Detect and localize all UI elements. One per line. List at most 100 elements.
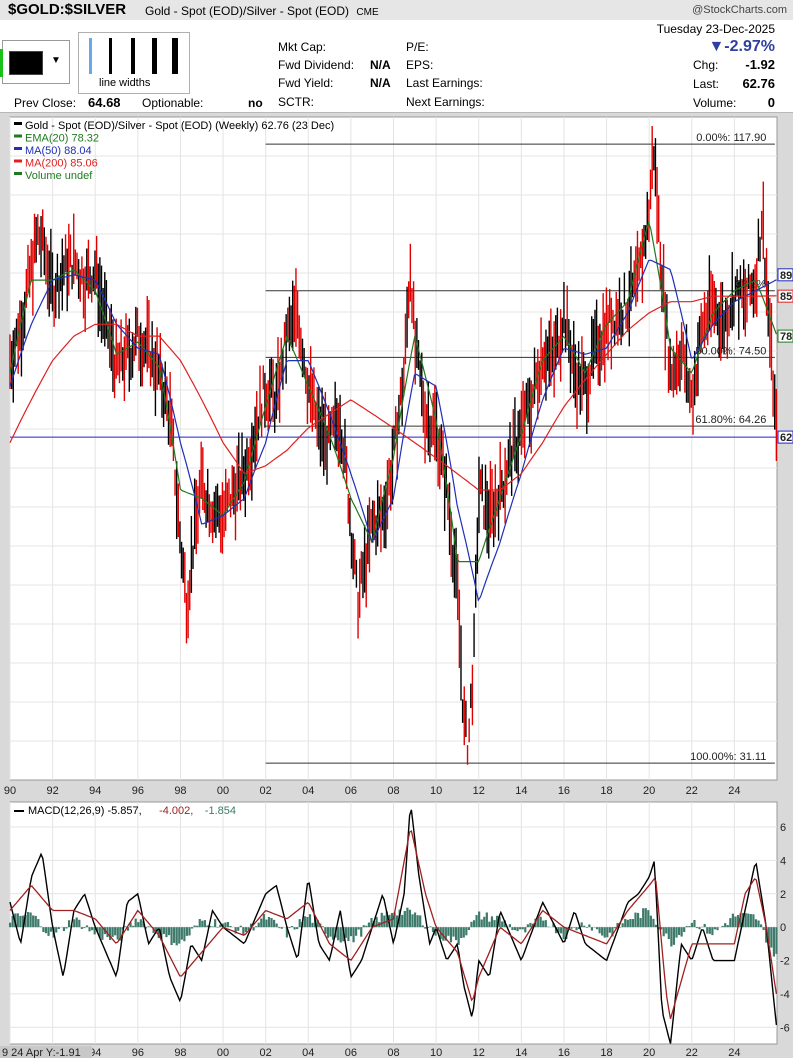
x-tick-label: 20 bbox=[643, 785, 655, 797]
macd-histogram-bar bbox=[460, 927, 463, 938]
macd-right-axis-label: 6 bbox=[780, 822, 786, 834]
macd-right-axis-label: 0 bbox=[780, 922, 786, 934]
line-width-3[interactable] bbox=[131, 38, 135, 74]
fwd-dividend-value: N/A bbox=[370, 58, 391, 72]
macd-histogram-bar bbox=[211, 926, 214, 928]
line-width-5[interactable] bbox=[172, 38, 178, 74]
macd-histogram-bar bbox=[757, 920, 760, 928]
prev-close-value: 64.68 bbox=[88, 95, 121, 110]
line-width-2[interactable] bbox=[109, 38, 112, 74]
line-widths-selector[interactable]: line widths bbox=[78, 32, 190, 94]
macd-histogram-bar bbox=[50, 927, 53, 932]
macd-right-axis-label: -4 bbox=[780, 989, 790, 1001]
macd-histogram-bar bbox=[501, 921, 504, 928]
x-tick-label: 18 bbox=[600, 785, 612, 797]
macd-histogram-bar bbox=[613, 927, 617, 929]
macd-histogram-bar bbox=[631, 919, 635, 928]
macd-histogram-bar bbox=[634, 912, 637, 928]
macd-histogram-bar bbox=[214, 919, 217, 928]
macd-histogram-bar bbox=[242, 927, 245, 935]
macd-histogram-bar bbox=[303, 916, 306, 928]
macd-histogram-bar bbox=[275, 923, 278, 928]
stockcharts-watermark: @StockCharts.com bbox=[692, 4, 787, 16]
x-tick-label: 06 bbox=[345, 785, 357, 797]
macd-histogram-bar bbox=[575, 927, 578, 931]
macd-histogram-bar bbox=[26, 912, 30, 928]
macd-histogram-bar bbox=[185, 927, 189, 936]
macd-x-tick-label: 14 bbox=[515, 1047, 527, 1058]
line-color-picker[interactable]: ▼ bbox=[0, 40, 70, 84]
macd-histogram-bar bbox=[639, 917, 642, 928]
macd-histogram-bar bbox=[708, 927, 711, 934]
macd-histogram-bar bbox=[424, 927, 427, 929]
macd-histogram-bar bbox=[139, 919, 142, 928]
macd-histogram-bar bbox=[513, 927, 517, 931]
macd-histogram-bar bbox=[421, 925, 424, 928]
macd-histogram-bar bbox=[524, 927, 527, 933]
macd-histogram-bar bbox=[511, 927, 514, 931]
macd-histogram-bar bbox=[19, 915, 22, 928]
macd-histogram-bar bbox=[547, 926, 550, 928]
macd-histogram-bar bbox=[229, 925, 232, 928]
macd-x-tick-label: 18 bbox=[600, 1047, 612, 1058]
macd-x-tick-label: 02 bbox=[260, 1047, 272, 1058]
macd-histogram-bar bbox=[306, 916, 309, 928]
macd-histogram-bar bbox=[132, 925, 135, 928]
macd-histogram-bar bbox=[677, 927, 681, 936]
macd-histogram-bar bbox=[478, 911, 481, 928]
optionable-value: no bbox=[248, 96, 263, 110]
legend-ma200: MA(200) 85.06 bbox=[25, 158, 98, 170]
line-width-4[interactable] bbox=[152, 38, 157, 74]
macd-histogram-bar bbox=[493, 920, 496, 928]
macd-x-tick-label: 24 bbox=[728, 1047, 740, 1058]
macd-histogram-bar bbox=[624, 918, 627, 928]
macd-histogram-bar bbox=[467, 927, 470, 930]
macd-histogram-bar bbox=[296, 927, 299, 930]
macd-histogram-bar bbox=[588, 924, 591, 928]
macd-histogram-bar bbox=[262, 914, 265, 928]
last-value: 62.76 bbox=[742, 76, 775, 91]
x-tick-label: 98 bbox=[174, 785, 186, 797]
macd-histogram-bar bbox=[636, 912, 640, 928]
legend-swatch bbox=[14, 134, 22, 138]
macd-histogram-bar bbox=[73, 919, 76, 928]
macd-histogram-bar bbox=[339, 927, 342, 943]
macd-legend-histogram: -1.854 bbox=[205, 805, 236, 817]
macd-histogram-bar bbox=[621, 923, 624, 928]
x-tick-label: 08 bbox=[387, 785, 399, 797]
price-panel[interactable]: 0.00%: 117.9038.2%50.00%: 74.5061.80%: 6… bbox=[4, 116, 793, 797]
macd-histogram-bar bbox=[429, 926, 432, 928]
macd-histogram-bar bbox=[772, 927, 775, 957]
macd-histogram-bar bbox=[321, 926, 324, 928]
macd-histogram-bar bbox=[224, 922, 227, 928]
macd-histogram-bar bbox=[193, 925, 196, 928]
macd-histogram-bar bbox=[34, 915, 37, 928]
chart-canvas[interactable]: 0.00%: 117.9038.2%50.00%: 74.5061.80%: 6… bbox=[0, 112, 793, 1058]
macd-histogram-bar bbox=[47, 927, 50, 936]
macd-x-tick-label: 98 bbox=[174, 1047, 186, 1058]
macd-histogram-bar bbox=[180, 927, 183, 940]
exchange-text: CME bbox=[356, 7, 379, 18]
macd-histogram-bar bbox=[526, 924, 529, 928]
macd-histogram-bar bbox=[519, 927, 522, 930]
macd-histogram-bar bbox=[252, 927, 255, 931]
macd-panel[interactable]: MACD(12,26,9) -5.857, -4.002, -1.8546420-2… bbox=[0, 801, 790, 1058]
macd-histogram-bar bbox=[9, 922, 12, 928]
macd-histogram-bar bbox=[693, 919, 696, 928]
macd-x-tick-label: 16 bbox=[558, 1047, 570, 1058]
macd-histogram-bar bbox=[270, 917, 273, 928]
macd-histogram-bar bbox=[124, 926, 127, 928]
macd-histogram-bar bbox=[734, 916, 737, 928]
quote-date: Tuesday 23-Dec-2025 bbox=[656, 22, 775, 36]
line-width-1[interactable] bbox=[89, 38, 92, 74]
optionable-label: Optionable: bbox=[142, 96, 204, 110]
macd-histogram-bar bbox=[457, 927, 460, 945]
x-tick-label: 16 bbox=[558, 785, 570, 797]
macd-histogram-bar bbox=[203, 920, 206, 928]
x-tick-label: 04 bbox=[302, 785, 314, 797]
macd-histogram-bar bbox=[362, 925, 365, 928]
macd-histogram-bar bbox=[357, 927, 360, 930]
macd-histogram-bar bbox=[529, 922, 532, 928]
x-tick-label: 94 bbox=[89, 785, 101, 797]
macd-right-axis-label: -2 bbox=[780, 956, 790, 968]
